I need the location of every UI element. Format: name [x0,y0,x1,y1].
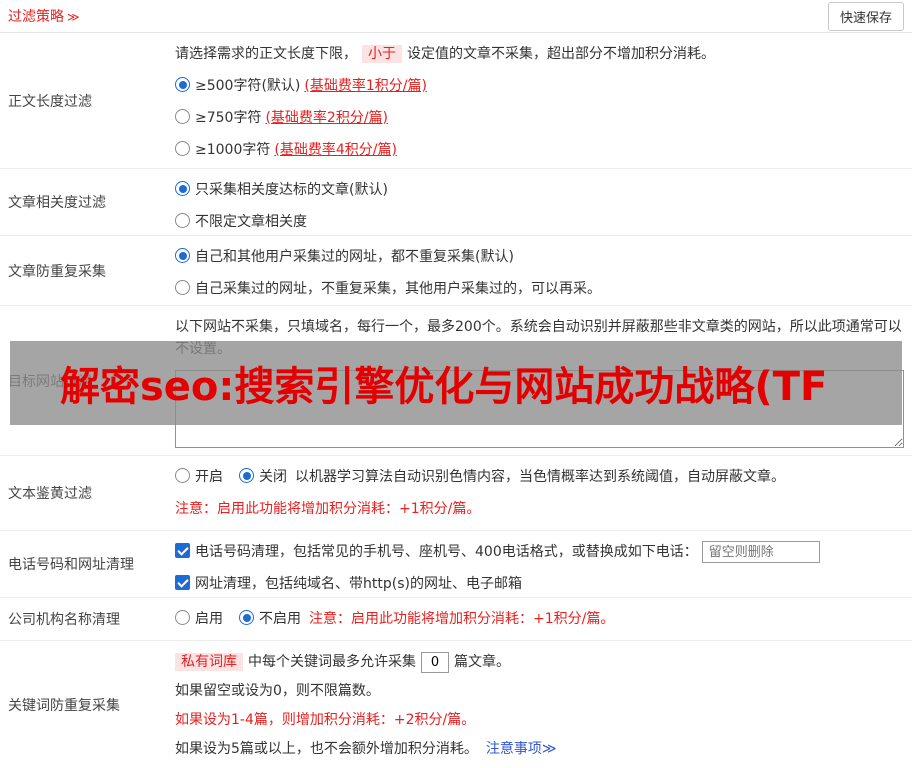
private-lexicon-highlight[interactable]: 私有词库 [175,653,243,671]
porn-filter-desc: 以机器学习算法自动识别色情内容，当色情概率达到系统阈值，自动屏蔽文章。 [295,469,785,485]
row-label-porn-filter: 文本鉴黄过滤 [8,486,92,502]
radio-porn-filter-off[interactable] [239,468,254,483]
keyword-dedup-line2: 如果留空或设为0，则不限篇数。 [175,683,380,699]
watermark-overlay: 解密seo:搜索引擎优化与网站成功战略(TF [10,341,902,425]
radio-dedup-all-users[interactable] [175,248,190,263]
length-option-500-label: ≥500字符(默认) [195,78,301,94]
row-label-keyword-dedup: 关键词防重复采集 [8,697,120,714]
page-title: 过滤策略 [8,9,64,25]
keyword-dedup-line4: 如果设为5篇或以上，也不会额外增加积分消耗。 注意事项≫ [175,738,904,760]
watermark-text: 解密seo:搜索引擎优化与网站成功战略(TF [60,364,828,410]
row-label-company-clean: 公司机构名称清理 [8,612,120,628]
row-content-porn-filter: 开启 关闭 以机器学习算法自动识别色情内容，当色情概率达到系统阈值，自动屏蔽文章。 … [175,456,912,530]
row-length-filter: 正文长度过滤 请选择需求的正文长度下限， 小于 设定值的文章不采集，超出部分不增加积… [0,33,912,169]
length-option-500-fee: (基础费率1积分/篇) [304,78,427,94]
radio-dedup-self-only[interactable] [175,280,190,295]
length-option-1000-fee: (基础费率4积分/篇) [274,142,397,158]
radio-500-chars[interactable] [175,77,190,92]
checkbox-url-clean[interactable] [175,575,190,590]
row-content-relevance-filter: 只采集相关度达标的文章(默认) 不限定文章相关度 [175,169,912,235]
url-clean-label: 网址清理，包括纯域名、带http(s)的网址、电子邮箱 [195,576,522,592]
company-clean-disable-label: 不启用 [259,611,301,627]
relevance-option-any-label: 不限定文章相关度 [195,214,307,230]
porn-filter-off-label: 关闭 [259,469,287,485]
keyword-dedup-line1: 私有词库中每个关键词最多允许采集 篇文章。 [175,651,904,673]
keyword-dedup-line1-post: 篇文章。 [454,654,510,670]
porn-filter-options: 开启 关闭 以机器学习算法自动识别色情内容，当色情概率达到系统阈值，自动屏蔽文章。 [175,466,904,488]
company-clean-options: 启用 不启用 注意：启用此功能将增加积分消耗：+1积分/篇。 [175,608,904,630]
company-clean-warning: 注意：启用此功能将增加积分消耗：+1积分/篇。 [309,611,615,627]
row-label-length-filter: 正文长度过滤 [8,93,92,110]
length-option-750-label: ≥750字符 [195,110,262,126]
porn-filter-on-label: 开启 [195,469,223,485]
length-option-1000: ≥1000字符 (基础费率4积分/篇) [175,139,904,161]
phone-clean-label: 电话号码清理，包括常见的手机号、座机号、400电话格式，或替换成如下电话： [195,544,698,560]
checkbox-phone-clean[interactable] [175,543,190,558]
row-keyword-dedup: 关键词防重复采集 私有词库中每个关键词最多允许采集 篇文章。 如果留空或设为0，则… [0,641,912,768]
length-filter-intro: 请选择需求的正文长度下限， 小于 设定值的文章不采集，超出部分不增加积分消耗。 [175,43,904,65]
relevance-option-strict: 只采集相关度达标的文章(默认) [175,179,904,201]
row-label-phone-url-clean: 电话号码和网址清理 [8,557,134,573]
keyword-dedup-line3: 如果设为1-4篇，则增加积分消耗：+2积分/篇。 [175,712,476,728]
less-than-highlight: 小于 [362,45,402,63]
relevance-option-strict-label: 只采集相关度达标的文章(默认) [195,182,388,198]
row-porn-filter: 文本鉴黄过滤 开启 关闭 以机器学习算法自动识别色情内容，当色情概率达到系统阈值，自… [0,456,912,531]
row-content-phone-url-clean: 电话号码清理，包括常见的手机号、座机号、400电话格式，或替换成如下电话： 网址… [175,531,912,597]
row-company-clean: 公司机构名称清理 启用 不启用 注意：启用此功能将增加积分消耗：+1积分/篇。 [0,598,912,641]
length-option-500: ≥500字符(默认) (基础费率1积分/篇) [175,75,904,97]
intro-text-post: 设定值的文章不采集，超出部分不增加积分消耗。 [407,46,715,62]
row-label-dedup-collect: 文章防重复采集 [8,263,106,280]
row-content-company-clean: 启用 不启用 注意：启用此功能将增加积分消耗：+1积分/篇。 [175,598,912,640]
length-option-750-fee: (基础费率2积分/篇) [265,110,389,126]
radio-company-clean-enable[interactable] [175,610,190,625]
row-content-keyword-dedup: 私有词库中每个关键词最多允许采集 篇文章。 如果留空或设为0，则不限篇数。 如果设… [175,641,912,768]
row-dedup-collect: 文章防重复采集 自己和其他用户采集过的网址，都不重复采集(默认) 自己采集过的网… [0,236,912,306]
keyword-dedup-line1-mid: 中每个关键词最多允许采集 [248,654,416,670]
notes-link[interactable]: 注意事项≫ [486,741,557,757]
radio-750-chars[interactable] [175,109,190,124]
length-option-750: ≥750字符 (基础费率2积分/篇) [175,107,904,129]
header-bar: 过滤策略 ≫ 快速保存 [0,0,912,33]
chevron-down-icon: ≫ [67,10,80,24]
quick-save-button[interactable]: 快速保存 [827,1,904,31]
phone-replace-input[interactable] [701,541,820,563]
row-content-dedup-collect: 自己和其他用户采集过的网址，都不重复采集(默认) 自己采集过的网址，不重复采集，… [175,236,912,305]
url-clean-option: 网址清理，包括纯域名、带http(s)的网址、电子邮箱 [175,573,904,595]
section-title-toggle[interactable]: 过滤策略 ≫ [8,6,80,26]
intro-text-pre: 请选择需求的正文长度下限， [175,46,357,62]
radio-company-clean-disable[interactable] [239,610,254,625]
dedup-option-all-users: 自己和其他用户采集过的网址，都不重复采集(默认) [175,246,904,268]
company-clean-enable-label: 启用 [195,611,223,627]
dedup-option-self-only: 自己采集过的网址，不重复采集，其他用户采集过的，可以再采。 [175,278,904,300]
keyword-max-count-input[interactable] [421,651,449,673]
row-content-length-filter: 请选择需求的正文长度下限， 小于 设定值的文章不采集，超出部分不增加积分消耗。 ≥5… [175,33,912,168]
row-label-relevance-filter: 文章相关度过滤 [8,195,106,211]
dedup-option-self-only-label: 自己采集过的网址，不重复采集，其他用户采集过的，可以再采。 [195,281,601,297]
length-option-1000-label: ≥1000字符 [195,142,271,158]
row-phone-url-clean: 电话号码和网址清理 电话号码清理，包括常见的手机号、座机号、400电话格式，或替… [0,531,912,598]
relevance-option-any: 不限定文章相关度 [175,211,904,233]
row-relevance-filter: 文章相关度过滤 只采集相关度达标的文章(默认) 不限定文章相关度 [0,169,912,236]
phone-clean-option: 电话号码清理，包括常见的手机号、座机号、400电话格式，或替换成如下电话： [175,541,904,563]
filter-strategy-page: 过滤策略 ≫ 快速保存 正文长度过滤 请选择需求的正文长度下限， 小于 设定值的文章不… [0,0,912,768]
dedup-option-all-users-label: 自己和其他用户采集过的网址，都不重复采集(默认) [195,249,514,265]
radio-relevance-strict[interactable] [175,181,190,196]
porn-filter-warning: 注意：启用此功能将增加积分消耗：+1积分/篇。 [175,501,481,517]
keyword-dedup-line4-text: 如果设为5篇或以上，也不会额外增加积分消耗。 [175,741,478,757]
radio-relevance-any[interactable] [175,213,190,228]
radio-porn-filter-on[interactable] [175,468,190,483]
radio-1000-chars[interactable] [175,141,190,156]
